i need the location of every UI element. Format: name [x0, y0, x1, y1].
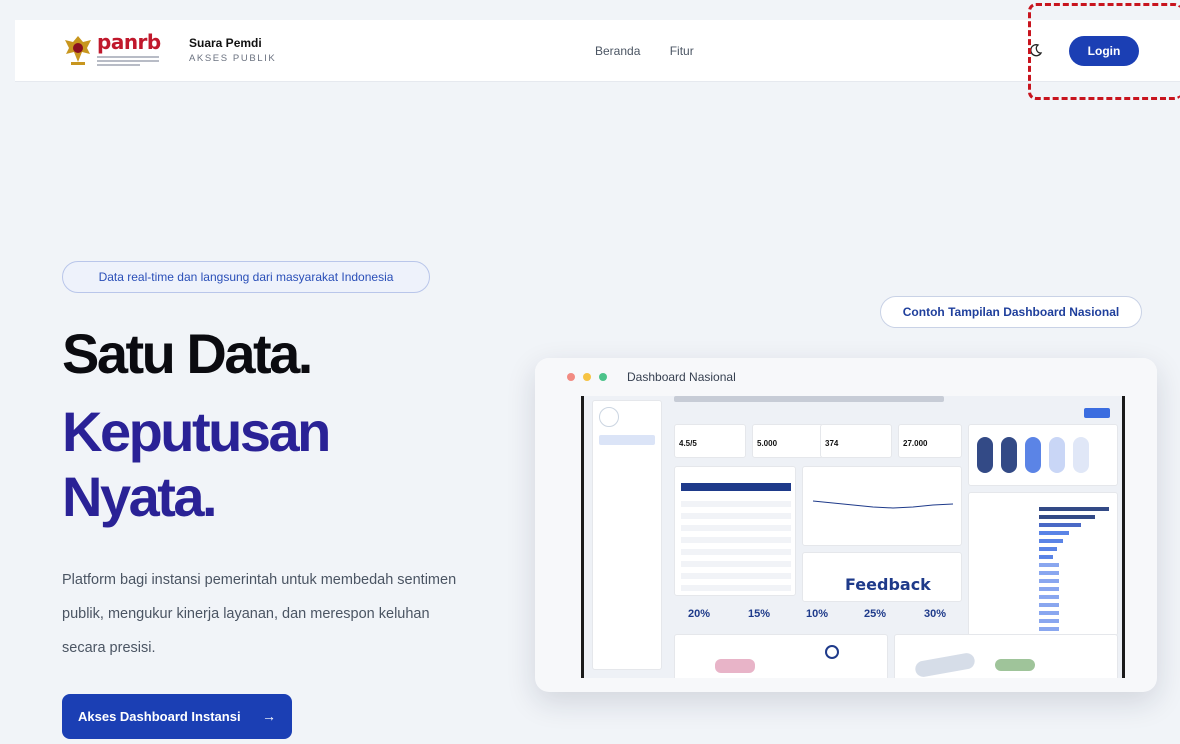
example-dashboard-pill: Contoh Tampilan Dashboard Nasional [880, 296, 1142, 328]
mini-kpi-value: 27.000 [903, 439, 928, 448]
dashboard-preview-window: Dashboard Nasional 4.5/5 5.000 374 27.00… [535, 358, 1157, 692]
nav-link-fitur[interactable]: Fitur [670, 44, 694, 58]
mini-kpi-card: 4.5/5 [674, 424, 746, 458]
mini-gauge-panel [968, 424, 1118, 486]
logo-wordmark: panrb [97, 30, 161, 54]
top-navbar: panrb Suara Pemdi AKSES PUBLIK Beranda F… [15, 20, 1180, 82]
mini-kpi-card: 27.000 [898, 424, 962, 458]
arrow-right-icon: → [262, 708, 276, 724]
preview-titlebar: Dashboard Nasional [535, 358, 1157, 396]
cta-label: Akses Dashboard Instansi [78, 709, 241, 724]
mini-kpi-value: 5.000 [757, 439, 778, 448]
preview-window-title: Dashboard Nasional [627, 370, 736, 384]
window-dot-yellow-icon [583, 373, 591, 381]
dashboard-screenshot: 4.5/5 5.000 374 27.000 Feedback 20% 15% … [581, 396, 1125, 678]
mini-table-panel [674, 466, 796, 596]
mini-percent: 15% [748, 608, 771, 620]
window-dot-green-icon [599, 373, 607, 381]
hero-title-line2: Keputusan [62, 400, 331, 463]
hero-description: Platform bagi instansi pemerintah untuk … [62, 572, 457, 656]
highlight-annotation [1028, 3, 1180, 100]
mini-percent: 10% [806, 608, 829, 620]
realtime-badge: Data real-time dan langsung dari masyara… [62, 261, 430, 293]
mini-map-panel [894, 634, 1118, 678]
window-dot-red-icon [567, 373, 575, 381]
hero-title-line3: Nyata. [62, 465, 218, 528]
dashboard-access-button[interactable]: Akses Dashboard Instansi → [62, 694, 292, 739]
panrb-logo[interactable]: panrb [63, 30, 173, 72]
mini-button [1084, 408, 1110, 418]
mini-sidebar [592, 400, 662, 670]
mini-map-panel [674, 634, 888, 678]
logo-tagline [97, 56, 159, 68]
hero-title-line1: Satu Data. [62, 322, 313, 385]
nav-link-beranda[interactable]: Beranda [595, 44, 640, 58]
mini-kpi-card: 5.000 [752, 424, 824, 458]
mini-kpi-value: 374 [825, 439, 839, 448]
wordcloud-word: Feedback [845, 575, 931, 594]
mini-wordcloud: Feedback [802, 552, 962, 602]
garuda-emblem-icon [65, 36, 91, 65]
mini-kpi-card: 374 [820, 424, 892, 458]
mini-bar-panel [968, 492, 1118, 636]
brand-name: Suara Pemdi [189, 36, 262, 50]
mini-line-chart [802, 466, 962, 546]
mini-percent: 25% [864, 608, 887, 620]
mini-title-strip [674, 396, 944, 402]
mini-percent: 30% [924, 608, 947, 620]
mini-line-svg [812, 500, 954, 509]
brand-subtitle: AKSES PUBLIK [189, 53, 277, 64]
mini-percent: 20% [688, 608, 711, 620]
mini-kpi-value: 4.5/5 [679, 439, 697, 448]
main-nav: Beranda Fitur [595, 44, 720, 58]
